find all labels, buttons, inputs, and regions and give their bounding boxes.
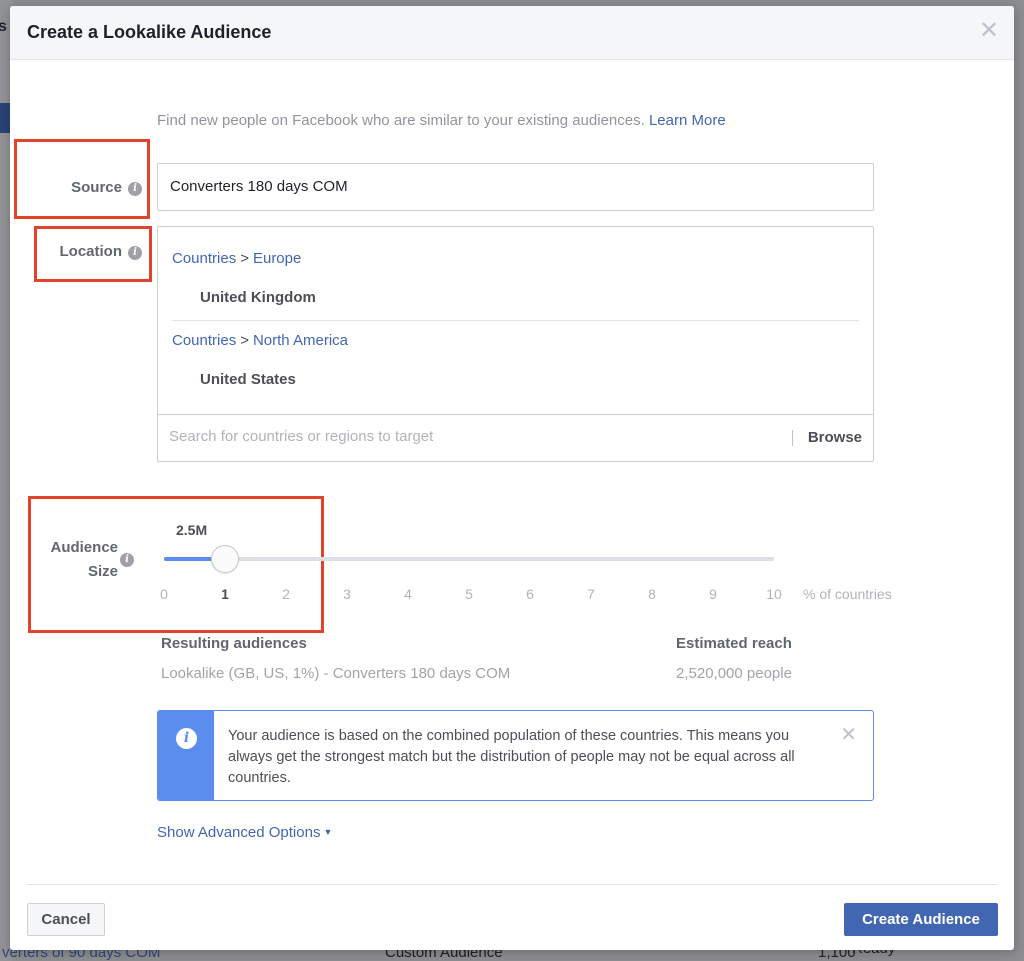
source-field[interactable]: Converters 180 days COM xyxy=(157,163,874,211)
breadcrumb-north-america[interactable]: North America xyxy=(253,332,348,349)
source-label-text: Source xyxy=(71,179,122,196)
intro-description: Find new people on Facebook who are simi… xyxy=(157,112,645,129)
slider-tick[interactable]: 7 xyxy=(587,586,595,602)
location-label: Location i xyxy=(34,243,142,260)
audience-size-label: Audience Size xyxy=(30,536,118,584)
slider-tick[interactable]: 0 xyxy=(160,586,168,602)
modal-header: Create a Lookalike Audience ✕ xyxy=(10,6,1014,60)
breadcrumb-separator: > xyxy=(240,250,249,267)
info-icon[interactable]: i xyxy=(128,182,142,196)
modal-title: Create a Lookalike Audience xyxy=(27,22,272,42)
breadcrumb-countries[interactable]: Countries xyxy=(172,250,236,267)
location-breadcrumb: Countries > North America xyxy=(172,332,859,349)
create-audience-button[interactable]: Create Audience xyxy=(844,903,998,936)
slider-value-label: 2.5M xyxy=(176,522,208,538)
slider-tick[interactable]: 5 xyxy=(465,586,473,602)
intro-text: Find new people on Facebook who are simi… xyxy=(157,112,726,129)
slider-tick[interactable]: 1 xyxy=(221,586,229,602)
location-selector: Countries > Europe United Kingdom Countrie… xyxy=(157,226,874,462)
browse-button[interactable]: Browse xyxy=(808,429,862,446)
info-icon[interactable]: i xyxy=(120,553,134,567)
notice-sidebar: i xyxy=(158,711,214,800)
breadcrumb-separator: > xyxy=(240,332,249,349)
slider-tick[interactable]: 2 xyxy=(282,586,290,602)
location-label-text: Location xyxy=(59,243,123,260)
browse-divider xyxy=(792,430,793,446)
selected-country[interactable]: United Kingdom xyxy=(200,289,859,306)
audience-size-label-line1: Audience xyxy=(50,539,118,556)
location-search-input[interactable] xyxy=(169,428,769,445)
close-icon[interactable]: ✕ xyxy=(840,725,857,745)
slider-tick[interactable]: 8 xyxy=(648,586,656,602)
background-tab-fragment: s xyxy=(0,18,7,35)
estimated-reach-value: 2,520,000 people xyxy=(676,665,792,682)
breadcrumb-europe[interactable]: Europe xyxy=(253,250,301,267)
audience-size-label-line2: Size xyxy=(87,563,118,580)
show-advanced-options-link[interactable]: Show Advanced Options ▼ xyxy=(157,824,332,841)
slider-tick[interactable]: 4 xyxy=(404,586,412,602)
location-breadcrumb: Countries > Europe xyxy=(172,250,859,267)
resulting-audiences-heading: Resulting audiences xyxy=(161,635,307,652)
source-label: Source i xyxy=(34,179,142,196)
slider-tick[interactable]: 10 xyxy=(766,586,782,602)
slider-handle[interactable] xyxy=(211,545,239,573)
slider-ticks: 0 1 2 3 4 5 6 7 8 9 10 xyxy=(160,586,782,606)
footer-divider xyxy=(26,884,998,885)
breadcrumb-countries[interactable]: Countries xyxy=(172,332,236,349)
slider-tick[interactable]: 6 xyxy=(526,586,534,602)
info-icon: i xyxy=(176,728,197,749)
estimated-reach-heading: Estimated reach xyxy=(676,635,792,652)
close-icon[interactable]: ✕ xyxy=(978,19,1000,43)
advanced-options-label: Show Advanced Options xyxy=(157,824,321,841)
resulting-audiences-value: Lookalike (GB, US, 1%) - Converters 180 … xyxy=(161,665,511,682)
slider-unit-label: % of countries xyxy=(803,586,892,602)
location-search-bar: Browse xyxy=(158,414,873,462)
info-notice: i Your audience is based on the combined… xyxy=(157,710,874,801)
location-divider xyxy=(172,320,859,321)
notice-text: Your audience is based on the combined p… xyxy=(228,728,795,786)
location-group: Countries > Europe United Kingdom xyxy=(172,250,859,306)
cancel-button[interactable]: Cancel xyxy=(27,903,105,936)
selected-country[interactable]: United States xyxy=(200,371,859,388)
location-group: Countries > North America United States xyxy=(172,332,859,388)
slider-tick[interactable]: 3 xyxy=(343,586,351,602)
info-icon[interactable]: i xyxy=(128,246,142,260)
slider-tick[interactable]: 9 xyxy=(709,586,717,602)
caret-down-icon: ▼ xyxy=(323,827,333,837)
lookalike-audience-modal: Create a Lookalike Audience ✕ Find new p… xyxy=(10,6,1014,950)
learn-more-link[interactable]: Learn More xyxy=(649,112,726,129)
audience-size-slider[interactable] xyxy=(164,545,774,573)
